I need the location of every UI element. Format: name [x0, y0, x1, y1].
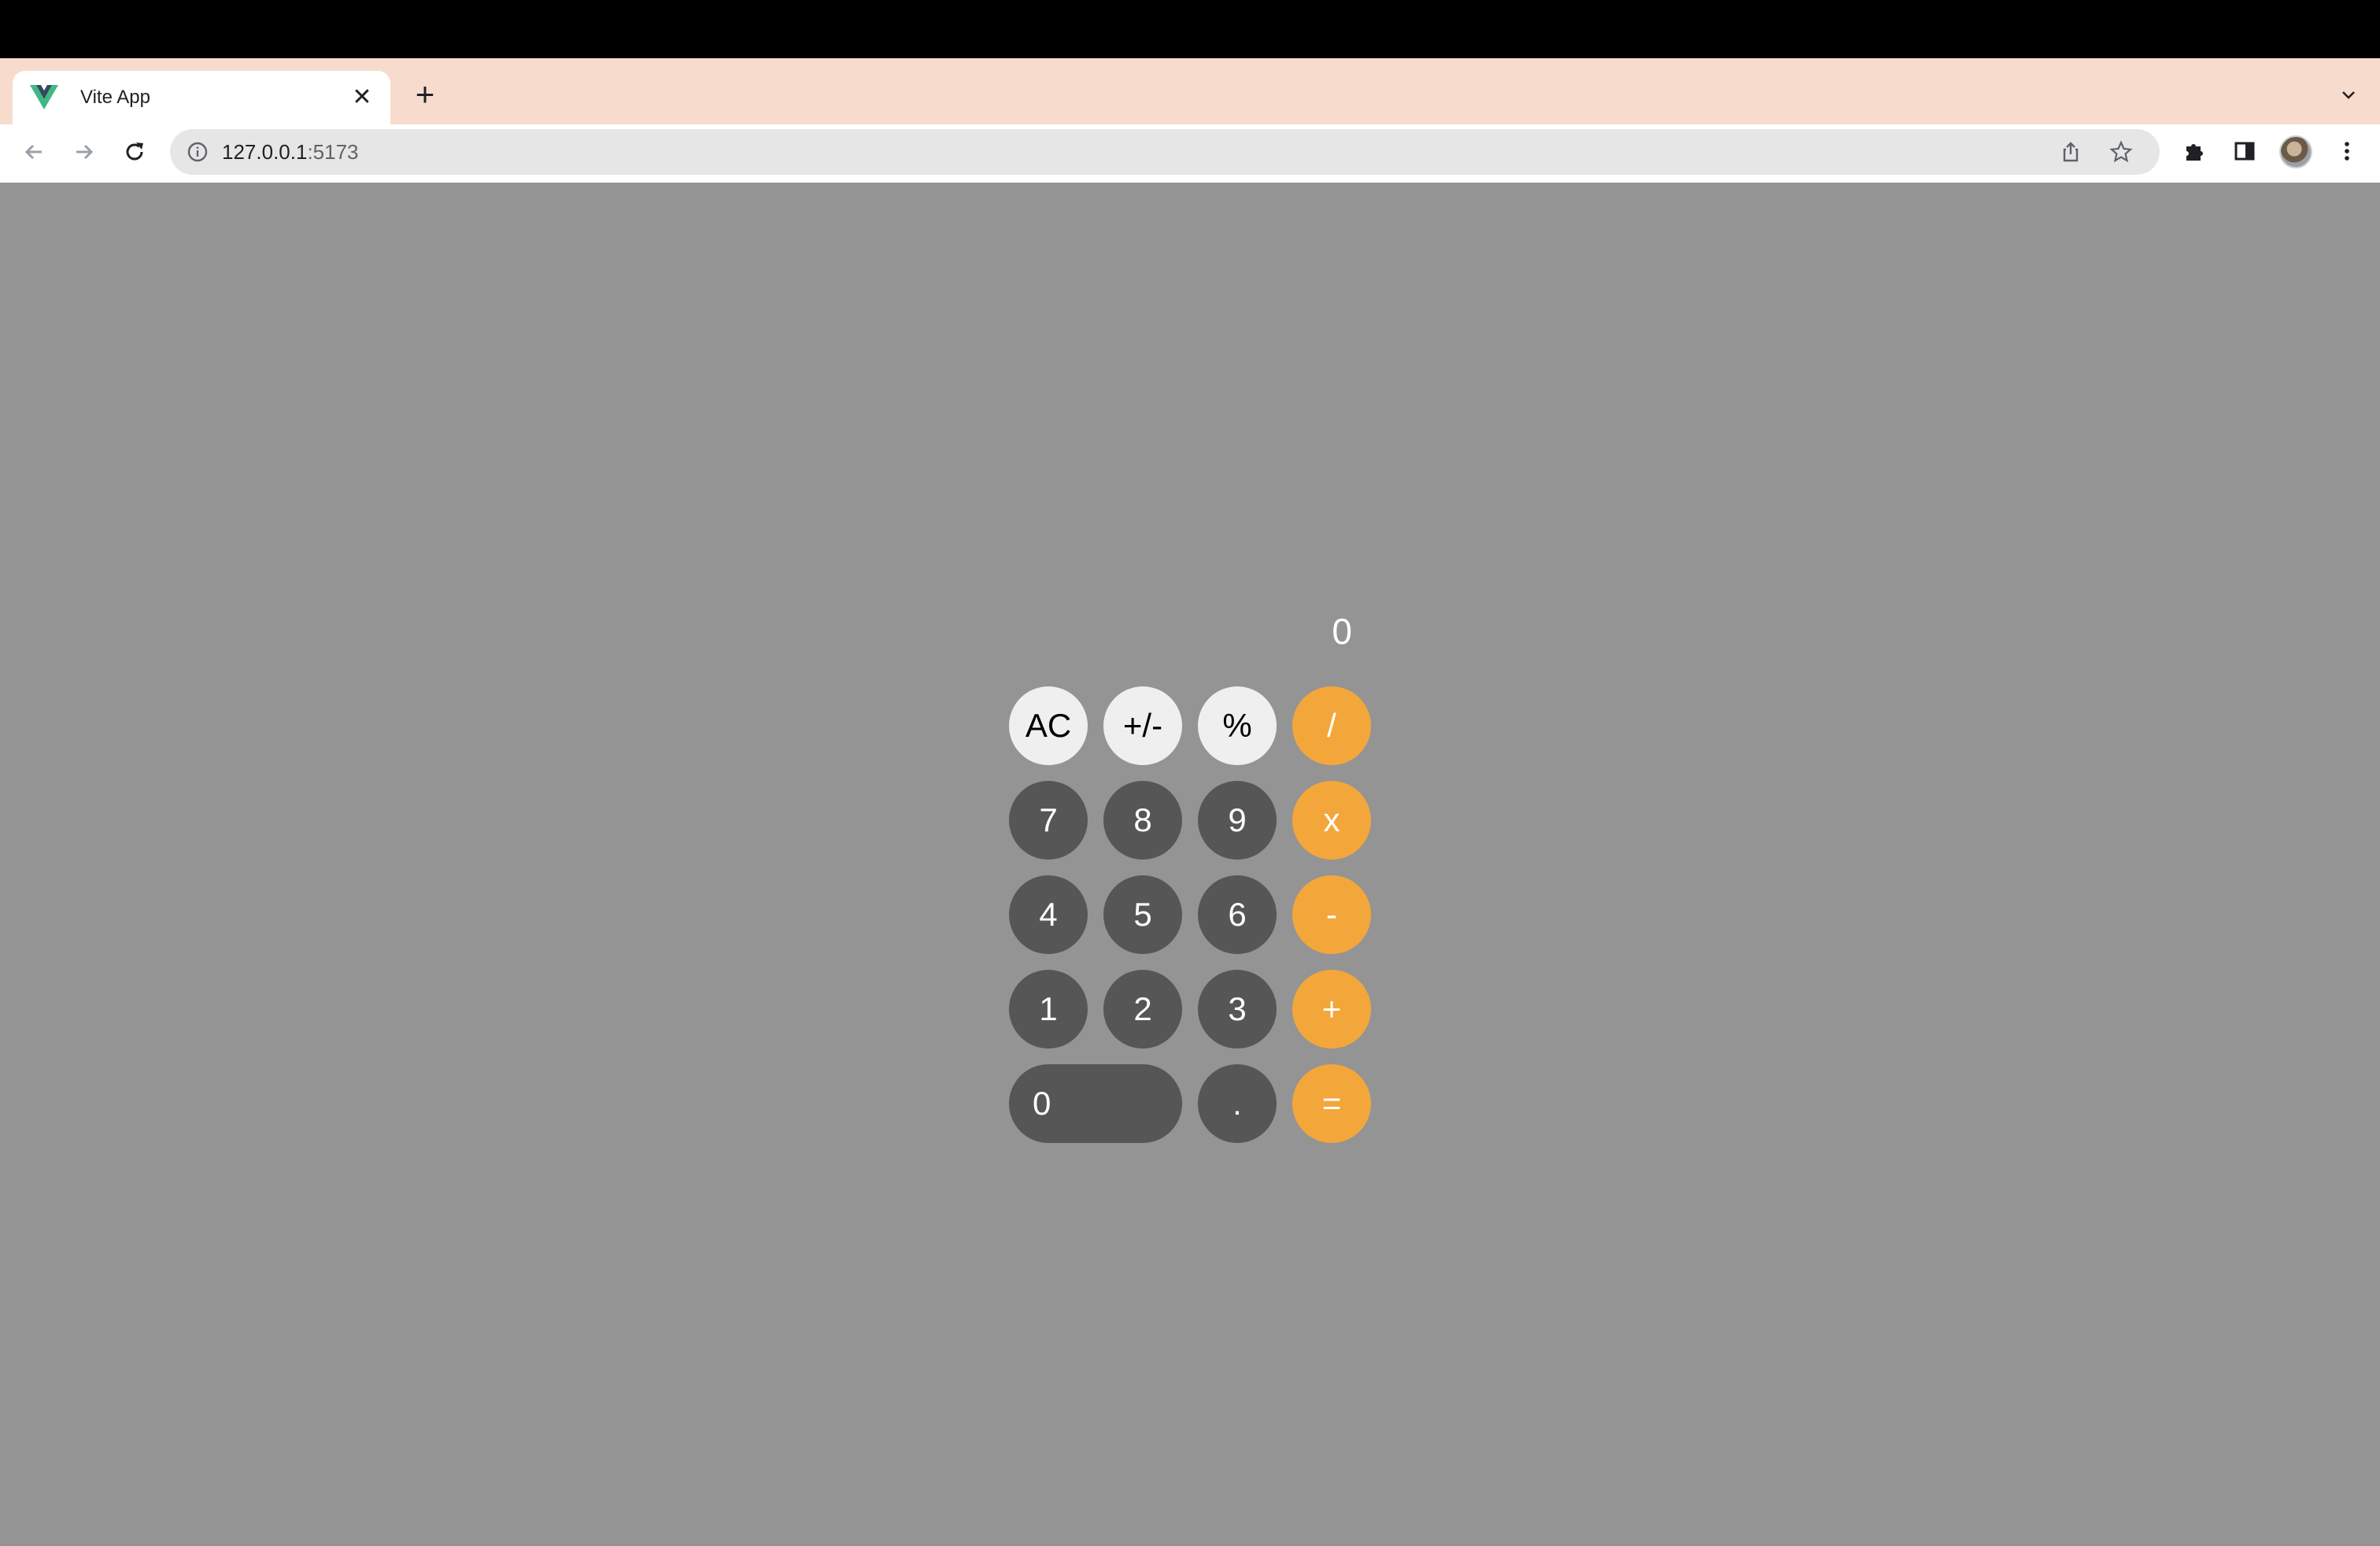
vue-logo-icon: [30, 83, 58, 110]
digit-0-button[interactable]: 0: [1009, 1064, 1182, 1143]
url-host: 127.0.0.1: [222, 140, 308, 164]
decimal-button[interactable]: .: [1198, 1064, 1277, 1143]
browser-toolbar: 127.0.0.1:5173: [0, 124, 2380, 179]
digit-2-button[interactable]: 2: [1103, 970, 1182, 1049]
subtract-button[interactable]: -: [1292, 875, 1371, 954]
forward-arrow-icon[interactable]: [63, 131, 105, 173]
tab-strip: Vite App ✕: [0, 58, 2380, 124]
tab-title: Vite App: [80, 87, 150, 108]
url-text: 127.0.0.1:5173: [222, 129, 359, 175]
profile-avatar[interactable]: [2279, 135, 2312, 168]
reload-icon[interactable]: [113, 131, 156, 173]
calculator-display: 0: [1332, 611, 1352, 652]
digit-7-button[interactable]: 7: [1009, 781, 1088, 860]
screen-top-bar: [0, 0, 2380, 58]
kebab-menu-icon[interactable]: [2330, 134, 2364, 168]
url-port: :5173: [307, 140, 359, 164]
sign-toggle-button[interactable]: +/-: [1103, 686, 1182, 765]
page-viewport: 0 AC +/- % / 7 8 9 x 4 5 6 - 1 2 3 + 0 .…: [0, 183, 2380, 1546]
tab-vite-app[interactable]: Vite App ✕: [13, 71, 390, 124]
tab-close-icon[interactable]: ✕: [346, 82, 378, 113]
digit-8-button[interactable]: 8: [1103, 781, 1182, 860]
address-bar[interactable]: 127.0.0.1:5173: [170, 129, 2160, 175]
tab-search-chevron-icon[interactable]: [2330, 76, 2367, 113]
digit-6-button[interactable]: 6: [1198, 875, 1277, 954]
digit-9-button[interactable]: 9: [1198, 781, 1277, 860]
divide-button[interactable]: /: [1292, 686, 1371, 765]
add-button[interactable]: +: [1292, 970, 1371, 1049]
share-icon[interactable]: [2057, 139, 2084, 165]
percent-button[interactable]: %: [1198, 686, 1277, 765]
digit-3-button[interactable]: 3: [1198, 970, 1277, 1049]
back-arrow-icon[interactable]: [13, 131, 55, 173]
equals-button[interactable]: =: [1292, 1064, 1371, 1143]
site-info-icon[interactable]: [186, 140, 209, 164]
new-tab-button[interactable]: +: [406, 76, 444, 113]
side-panel-icon[interactable]: [2227, 134, 2262, 168]
multiply-button[interactable]: x: [1292, 781, 1371, 860]
digit-1-button[interactable]: 1: [1009, 970, 1088, 1049]
bookmark-star-icon[interactable]: [2108, 139, 2134, 165]
digit-4-button[interactable]: 4: [1009, 875, 1088, 954]
extensions-puzzle-icon[interactable]: [2177, 134, 2212, 168]
digit-5-button[interactable]: 5: [1103, 875, 1182, 954]
ac-button[interactable]: AC: [1009, 686, 1088, 765]
